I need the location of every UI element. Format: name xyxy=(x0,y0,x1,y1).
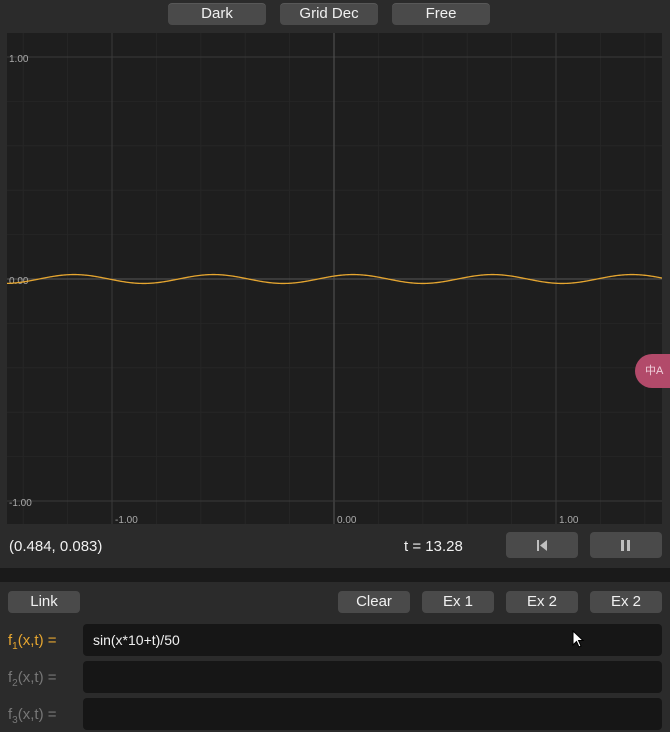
plot-area[interactable]: 1.00 0.00 -1.00 -1.00 0.00 1.00 xyxy=(6,33,663,526)
mode-button[interactable]: Free xyxy=(392,3,490,25)
x-tick-label: -1.00 xyxy=(115,515,138,524)
function-label-3: f3(x,t) = xyxy=(8,706,57,726)
y-tick-label: -1.00 xyxy=(9,498,32,509)
translate-badge[interactable]: 中A xyxy=(635,354,670,388)
mouse-cursor-icon xyxy=(572,630,585,648)
reset-button[interactable] xyxy=(506,532,578,558)
pause-icon xyxy=(621,540,630,551)
status-bar: (0.484, 0.083) t = 13.28 xyxy=(0,526,670,568)
function-label-2: f2(x,t) = xyxy=(8,669,57,689)
time-readout: t = 13.28 xyxy=(404,538,463,555)
grid-button[interactable]: Grid Dec xyxy=(280,3,378,25)
theme-button[interactable]: Dark xyxy=(168,3,266,25)
function-panel: Link Clear Ex 1 Ex 2 Ex 2 f1(x,t) = sin(… xyxy=(0,582,670,730)
function-row-3: f3(x,t) = xyxy=(0,698,670,732)
clear-button[interactable]: Clear xyxy=(338,591,410,613)
skip-back-icon xyxy=(537,540,547,551)
panel-separator xyxy=(0,568,670,582)
example-2b-button[interactable]: Ex 2 xyxy=(590,591,662,613)
plot-canvas[interactable]: 1.00 0.00 -1.00 -1.00 0.00 1.00 xyxy=(6,33,663,526)
y-tick-label: 1.00 xyxy=(9,54,29,65)
pause-button[interactable] xyxy=(590,532,662,558)
example-2-button[interactable]: Ex 2 xyxy=(506,591,578,613)
function-row-1: f1(x,t) = sin(x*10+t)/50 xyxy=(0,624,670,658)
function-label-1: f1(x,t) = xyxy=(8,632,57,652)
function-input-2[interactable] xyxy=(83,661,662,693)
top-toolbar: Dark Grid Dec Free xyxy=(0,0,670,30)
link-button[interactable]: Link xyxy=(8,591,80,613)
example-1-button[interactable]: Ex 1 xyxy=(422,591,494,613)
x-tick-label: 1.00 xyxy=(559,515,579,524)
function-input-3[interactable] xyxy=(83,698,662,730)
function-row-2: f2(x,t) = xyxy=(0,661,670,695)
x-tick-label: 0.00 xyxy=(337,515,357,524)
cursor-coordinates: (0.484, 0.083) xyxy=(9,538,103,555)
